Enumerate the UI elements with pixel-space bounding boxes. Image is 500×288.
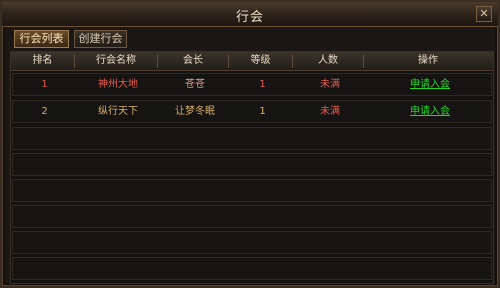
header-level: 等级	[250, 55, 271, 66]
row-leader: 苍苍	[185, 79, 205, 90]
row-leader: 让梦冬眠	[175, 106, 215, 117]
title-bar: 行会 ✕	[2, 2, 498, 27]
table-header: 排名 行会名称 会长 等级 人数 操作	[11, 52, 493, 71]
row-level: 1	[259, 79, 266, 90]
row-rank: 2	[41, 106, 48, 117]
tab-create-guild[interactable]: 创建行会	[74, 30, 127, 48]
empty-row	[12, 205, 492, 228]
guild-list-panel: 排名 行会名称 会长 等级 人数 操作 1 神州大地 苍苍 1 未满 申请入会 …	[10, 51, 494, 284]
row-members: 未满	[320, 79, 340, 90]
apply-join-link[interactable]: 申请入会	[366, 101, 494, 122]
row-rank: 1	[41, 79, 48, 90]
row-guild-name: 纵行天下	[98, 106, 138, 117]
table-row: 1 神州大地 苍苍 1 未满 申请入会	[12, 73, 492, 96]
empty-row	[12, 231, 492, 254]
header-action: 操作	[418, 55, 438, 66]
guild-window: 行会 ✕ 行会列表 创建行会 排名 行会名称 会长 等级 人数 操作 1 神州大…	[0, 0, 500, 288]
window-title: 行会	[235, 10, 264, 25]
row-members: 未满	[320, 106, 340, 117]
header-members: 人数	[318, 55, 338, 66]
row-guild-name: 神州大地	[98, 79, 138, 90]
empty-row	[12, 179, 492, 202]
header-guild-name: 行会名称	[96, 55, 136, 66]
empty-row	[12, 153, 492, 176]
header-rank: 排名	[32, 55, 53, 66]
tab-guild-list[interactable]: 行会列表	[14, 30, 69, 48]
header-leader: 会长	[183, 55, 203, 66]
empty-row	[12, 127, 492, 150]
table-row: 2 纵行天下 让梦冬眠 1 未满 申请入会	[12, 100, 492, 123]
apply-join-link[interactable]: 申请入会	[366, 74, 494, 95]
empty-row	[12, 257, 492, 280]
close-button[interactable]: ✕	[476, 6, 492, 22]
row-level: 1	[259, 106, 266, 117]
